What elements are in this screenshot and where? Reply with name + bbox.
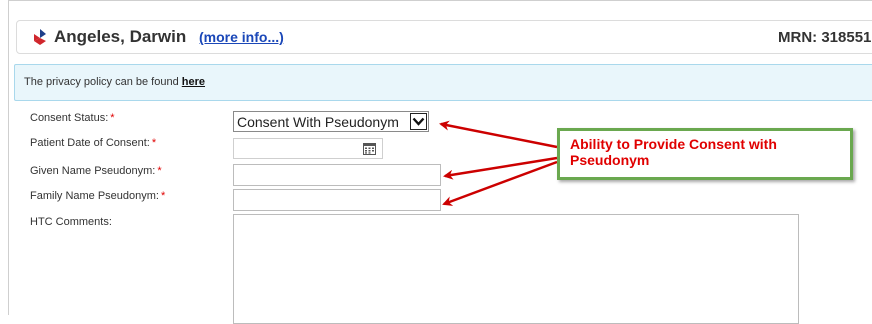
privacy-text: The privacy policy can be found here (24, 76, 205, 88)
consent-status-label-text: Consent Status: (30, 112, 109, 124)
required-marker: * (110, 112, 115, 124)
consent-date-label: Patient Date of Consent: * (30, 137, 156, 149)
calendar-icon[interactable] (363, 142, 376, 155)
family-name-pseudonym-label: Family Name Pseudonym: * (30, 190, 165, 202)
consent-status-select[interactable]: Consent With Pseudonym (233, 111, 429, 132)
brand-logo-icon (34, 29, 46, 45)
mrn-label: MRN: 318551 (778, 29, 872, 46)
required-marker: * (151, 137, 157, 149)
consent-status-value: Consent With Pseudonym (237, 114, 399, 130)
annotation-callout: Ability to Provide Consent with Pseudony… (557, 128, 853, 180)
privacy-text-content: The privacy policy can be found (24, 76, 182, 88)
htc-comments-label: HTC Comments: (30, 216, 112, 228)
privacy-banner: The privacy policy can be found here (14, 64, 872, 101)
chevron-down-icon (412, 117, 425, 126)
consent-status-label: Consent Status: * (30, 112, 115, 124)
htc-comments-textarea[interactable] (233, 214, 799, 324)
more-info-link[interactable]: (more info...) (199, 29, 284, 45)
consent-date-input[interactable] (233, 138, 383, 159)
family-name-label-text: Family Name Pseudonym: (30, 190, 159, 202)
consent-date-label-text: Patient Date of Consent: (30, 137, 150, 149)
family-name-pseudonym-input[interactable] (233, 189, 441, 211)
required-marker: * (161, 190, 166, 202)
given-name-pseudonym-input[interactable] (233, 164, 441, 186)
given-name-pseudonym-label: Given Name Pseudonym: * (30, 165, 162, 177)
callout-text: Ability to Provide Consent with Pseudony… (570, 136, 777, 168)
patient-name: Angeles, Darwin (54, 27, 187, 46)
patient-header: Angeles, Darwin (more info...) MRN: 3185… (16, 20, 872, 54)
given-name-label-text: Given Name Pseudonym: (30, 165, 156, 177)
dropdown-button[interactable] (410, 113, 427, 130)
privacy-link[interactable]: here (182, 76, 205, 88)
required-marker: * (157, 165, 162, 177)
